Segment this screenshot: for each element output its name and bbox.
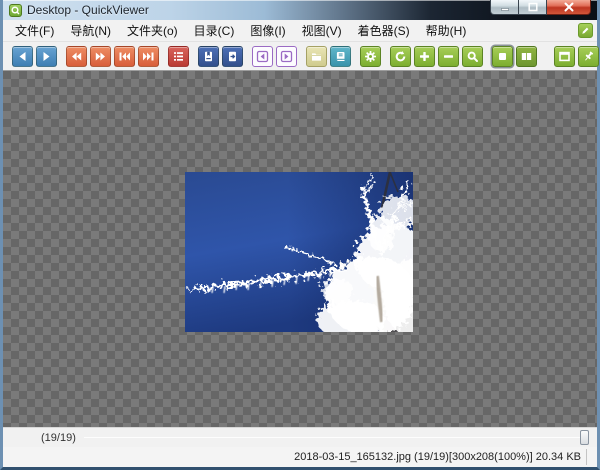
magnifier-icon [467,51,478,62]
prev-image-icon [19,51,26,61]
refresh-button[interactable] [390,45,411,67]
last-image-icon [143,52,154,60]
forward-multiple-button[interactable] [90,45,111,67]
status-bar: 2018-03-15_165132.jpg (19/19)[300x208(10… [3,447,597,467]
status-separator [586,449,587,465]
close-icon [564,2,573,12]
fullscreen-button[interactable] [554,45,575,67]
page-slider[interactable] [83,428,589,447]
photo-frost-tree [185,171,439,344]
open-archive-button[interactable] [198,45,219,67]
window-title: Desktop - QuickViewer [27,3,149,17]
menu-navigation[interactable]: 导航(N) [62,19,119,42]
page-slider-row: (19/19) [3,427,597,447]
photo-image [185,171,439,344]
close-button[interactable] [547,0,591,15]
back-multiple-button[interactable] [66,45,87,67]
minimize-icon [500,8,509,11]
first-image-button[interactable] [114,45,135,67]
zoom-out-icon [444,54,453,58]
zoom-out-button[interactable] [438,45,459,67]
forward-multi-icon [95,52,105,60]
image-viewport[interactable] [3,70,597,427]
catalog-icon [336,51,345,61]
first-image-icon [119,52,130,60]
shader-edit-icon [582,27,589,34]
file-info-text: 2018-03-15_165132.jpg (19/19)[300x208(10… [294,451,581,463]
prev-folder-button[interactable] [252,45,273,67]
playlist-icon [174,51,183,61]
menu-folder[interactable]: 文件夹(o) [119,19,186,42]
title-bar: Desktop - QuickViewer [3,0,597,20]
back-multi-icon [72,52,82,60]
catalog-button[interactable] [330,45,351,67]
spread-view-icon [521,52,532,60]
fit-window-icon [499,52,506,60]
goto-page-button[interactable] [222,45,243,67]
spread-view-button[interactable] [516,45,537,67]
window-controls [490,0,591,15]
next-image-button[interactable] [36,45,57,67]
minimize-button[interactable] [490,0,519,15]
goto-page-icon [229,51,236,61]
prev-image-button[interactable] [12,45,33,67]
zoom-in-icon [420,51,429,61]
zoom-in-button[interactable] [414,45,435,67]
open-archive-icon [205,51,212,61]
toolbar [3,42,599,70]
next-image-icon [43,51,50,61]
open-folder-icon [312,52,321,61]
fit-window-button[interactable] [492,45,513,67]
refresh-icon [395,50,406,61]
stay-on-top-button[interactable] [578,45,599,67]
last-image-button[interactable] [138,45,159,67]
prev-folder-icon [256,50,269,62]
next-folder-icon [280,50,293,62]
app-icon [9,3,22,17]
menu-file[interactable]: 文件(F) [7,19,62,42]
shader-edit-button[interactable] [578,23,593,38]
quickviewer-logo-icon [11,5,20,14]
menu-help[interactable]: 帮助(H) [418,19,475,42]
pin-icon [585,51,594,60]
quickviewer-window: Desktop - QuickViewer 文件(F) 导航(N) 文件夹(o)… [0,0,600,470]
open-folder-button[interactable] [306,45,327,67]
playlist-button[interactable] [168,45,189,67]
menu-image[interactable]: 图像(I) [242,19,293,42]
menu-bar: 文件(F) 导航(N) 文件夹(o) 目录(C) 图像(I) 视图(V) 着色器… [3,20,597,42]
maximize-button[interactable] [519,0,547,15]
settings-gear-icon [365,50,376,62]
page-counter: (19/19) [41,431,76,444]
settings-button[interactable] [360,45,381,67]
menu-shader[interactable]: 着色器(S) [350,19,418,42]
maximize-icon [527,2,538,12]
menu-catalog[interactable]: 目录(C) [186,19,243,42]
next-folder-button[interactable] [276,45,297,67]
menu-view[interactable]: 视图(V) [294,19,350,42]
page-slider-handle[interactable] [580,430,589,445]
fullscreen-icon [559,51,570,61]
page-slider-track[interactable] [83,437,587,438]
magnifier-button[interactable] [462,45,483,67]
